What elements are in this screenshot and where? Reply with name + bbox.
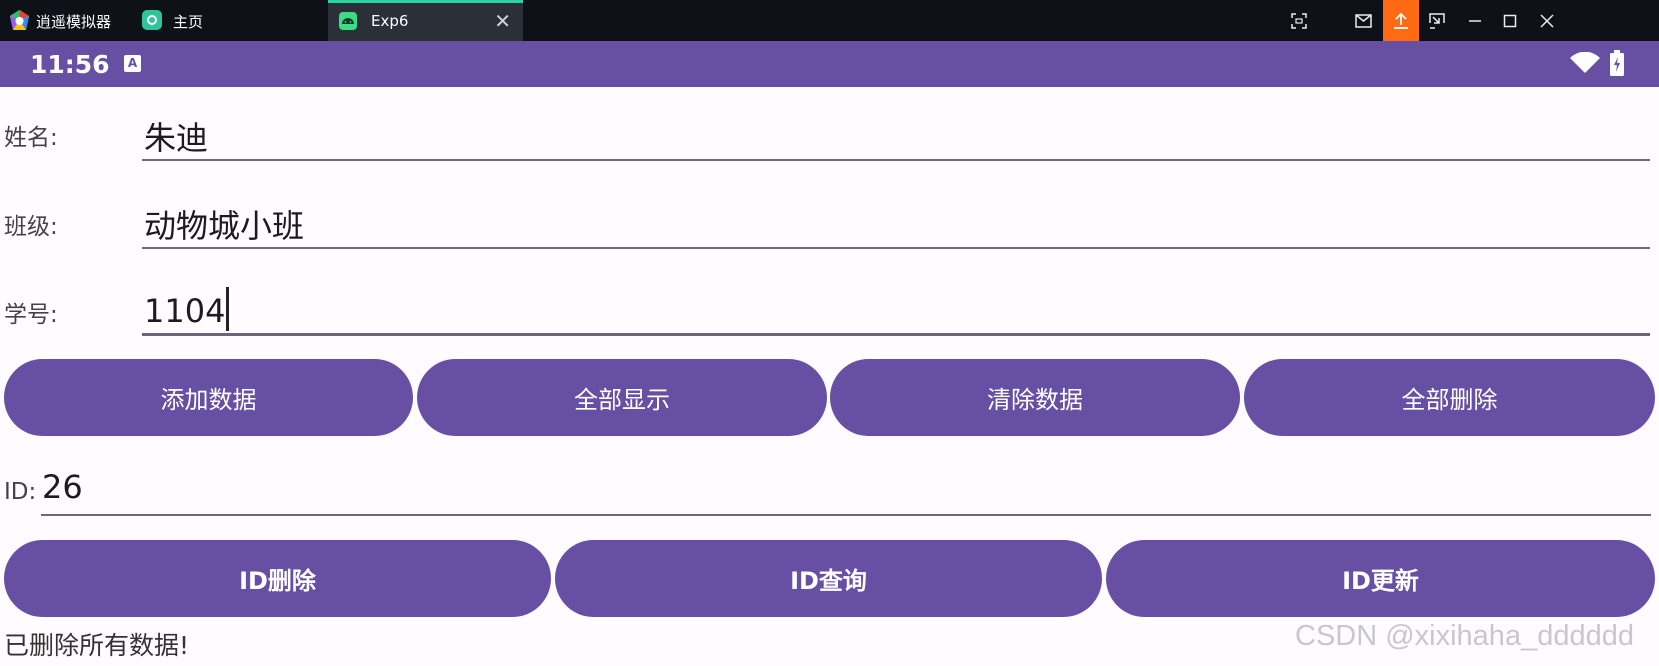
tab-home[interactable]: 主页 [140, 0, 320, 41]
mail-icon[interactable] [1345, 0, 1381, 41]
id-field[interactable]: 26 [41, 468, 1651, 516]
student-id-value: 1104 [144, 287, 230, 331]
id-label: ID: [4, 479, 37, 505]
show-all-button[interactable]: 全部显示 [417, 359, 827, 436]
fullscreen-icon[interactable] [1281, 0, 1317, 41]
name-label: 姓名: [4, 125, 58, 151]
tab-exp6[interactable]: Exp6 ✕ [328, 0, 523, 41]
notification-a-icon: A [124, 55, 141, 72]
class-value: 动物城小班 [144, 207, 305, 245]
maximize-icon[interactable] [1492, 0, 1528, 41]
name-field[interactable]: 朱迪 [142, 111, 1650, 161]
minimize-icon[interactable] [1457, 0, 1493, 41]
emulator-logo-icon [10, 10, 29, 30]
delete-all-button[interactable]: 全部删除 [1244, 359, 1655, 436]
upload-icon[interactable] [1383, 0, 1419, 41]
name-value: 朱迪 [144, 119, 209, 157]
status-clock: 11:56 [30, 50, 110, 79]
id-query-button[interactable]: ID查询 [555, 540, 1102, 617]
tab-close-icon[interactable]: ✕ [494, 9, 511, 33]
text-cursor [226, 287, 230, 331]
emulator-app-name: 逍遥模拟器 [36, 13, 112, 31]
id-value: 26 [42, 468, 83, 506]
close-icon[interactable] [1529, 0, 1565, 41]
android-status-bar: 11:56 A [0, 41, 1659, 87]
add-data-button[interactable]: 添加数据 [4, 359, 413, 436]
android-app-icon [339, 12, 357, 30]
emulator-title-bar: 逍遥模拟器 主页 Exp6 ✕ [0, 0, 1659, 41]
android-head-icon [342, 18, 354, 24]
class-label: 班级: [4, 214, 58, 240]
csdn-watermark: CSDN @xixihaha_dddddd [1295, 620, 1634, 652]
student-id-field[interactable]: 1104 [142, 285, 1650, 336]
result-message: 已删除所有数据! [4, 631, 190, 660]
wifi-icon [1570, 52, 1600, 73]
clear-data-button[interactable]: 清除数据 [830, 359, 1240, 436]
student-id-label: 学号: [4, 302, 58, 328]
tab-home-label: 主页 [173, 13, 204, 31]
class-field[interactable]: 动物城小班 [142, 199, 1650, 249]
home-app-icon [142, 10, 162, 30]
id-update-button[interactable]: ID更新 [1106, 540, 1655, 617]
id-delete-button[interactable]: ID删除 [4, 540, 551, 617]
battery-icon [1610, 50, 1624, 76]
tab-exp6-label: Exp6 [371, 12, 409, 30]
screencast-icon[interactable] [1419, 0, 1455, 41]
